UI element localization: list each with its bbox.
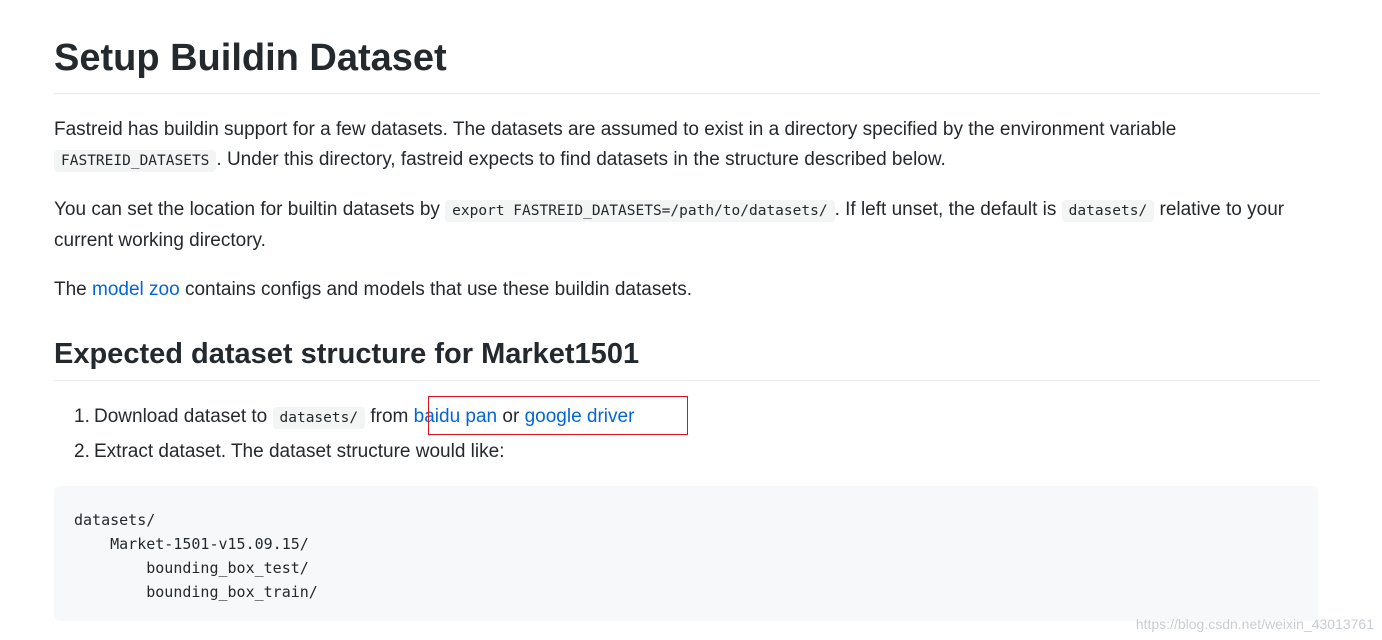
- location-text-mid: . If left unset, the default is: [834, 199, 1062, 220]
- model-zoo-link[interactable]: model zoo: [92, 279, 180, 300]
- zoo-paragraph: The model zoo contains configs and model…: [54, 275, 1320, 305]
- zoo-text: The: [54, 279, 93, 300]
- list-item: 2. Extract dataset. The dataset structure…: [74, 437, 504, 467]
- page-title: Setup Buildin Dataset: [54, 37, 447, 79]
- section-divider: [54, 380, 1320, 381]
- env-var-code: FASTREID_DATASETS: [54, 150, 217, 172]
- section-title: Expected dataset structure for Market150…: [54, 338, 640, 370]
- list-number: 2.: [74, 441, 90, 462]
- intro-paragraph: Fastreid has buildin support for a few d…: [54, 115, 1320, 176]
- location-paragraph: You can set the location for builtin dat…: [54, 195, 1320, 256]
- location-text: You can set the location for builtin dat…: [54, 199, 446, 220]
- step-text: Extract dataset. The dataset structure w…: [94, 441, 505, 462]
- step-text: Download dataset to: [94, 406, 273, 427]
- watermark: https://blog.csdn.net/weixin_43013761: [1135, 616, 1374, 632]
- export-command-code: export FASTREID_DATASETS=/path/to/datase…: [445, 200, 835, 222]
- intro-text-end: . Under this directory, fastreid expects…: [216, 149, 946, 170]
- step-text-from: from: [365, 406, 414, 427]
- list-number: 1.: [74, 406, 90, 427]
- default-dir-code: datasets/: [1061, 200, 1155, 222]
- zoo-text-end: contains configs and models that use the…: [179, 279, 692, 300]
- highlight-box: [428, 396, 688, 435]
- datasets-dir-code: datasets/: [272, 407, 366, 429]
- intro-text: Fastreid has buildin support for a few d…: [54, 119, 1177, 140]
- directory-structure-code-block: datasets/ Market-1501-v15.09.15/ boundin…: [54, 486, 1318, 621]
- title-divider: [54, 93, 1320, 94]
